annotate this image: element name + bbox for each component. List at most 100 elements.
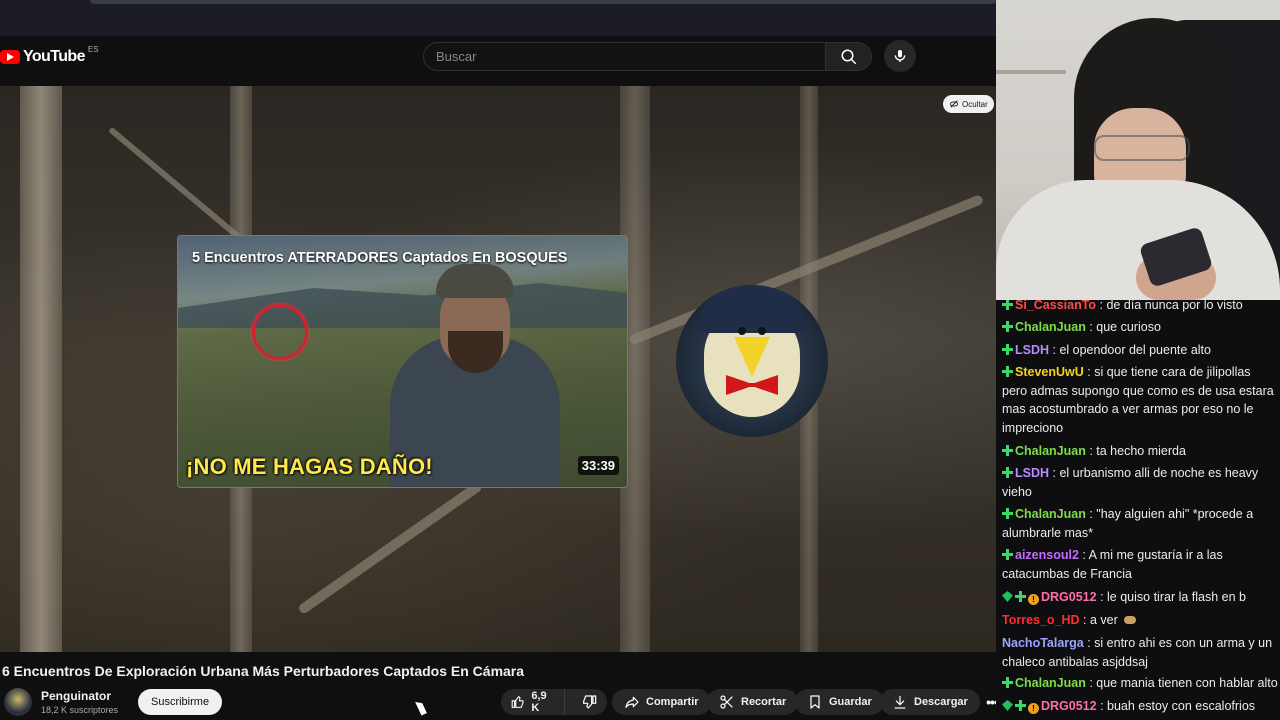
chat-separator: :	[1078, 548, 1089, 562]
browser-tab-strip	[0, 0, 996, 36]
chat-badge-warn-icon: !	[1028, 594, 1039, 605]
video-scene-branch	[108, 126, 250, 247]
chat-message-text: le quiso tirar la flash en b	[1107, 590, 1246, 604]
overlay-duration: 33:39	[577, 456, 619, 475]
search-button[interactable]	[826, 42, 872, 71]
chat-username[interactable]: LSDH	[1015, 466, 1049, 480]
chat-username[interactable]: LSDH	[1015, 343, 1049, 357]
thumbnail-hill	[178, 283, 627, 328]
chat-username[interactable]: aizensoul2	[1015, 548, 1079, 562]
chat-message: LSDH : el opendoor del puente alto	[1002, 341, 1278, 360]
chat-message: ChalanJuan : que curioso	[1002, 318, 1278, 337]
chat-badge-plus-icon	[1015, 700, 1026, 711]
chat-separator: :	[1083, 636, 1095, 650]
chat-separator: :	[1085, 444, 1097, 458]
chat-badge-gem-icon	[1002, 591, 1013, 602]
chat-separator: :	[1085, 507, 1097, 521]
webcam-glasses	[1094, 135, 1190, 161]
chat-message: ChalanJuan : "hay alguien ahi" *procede …	[1002, 505, 1278, 542]
like-button[interactable]: 6,9 K	[501, 689, 565, 715]
share-button[interactable]: Compartir	[612, 689, 711, 715]
chat-message: Si_CassianTo : de día nunca por lo visto	[1002, 300, 1278, 315]
chat-message: LSDH : el urbanismo alli de noche es hea…	[1002, 464, 1278, 501]
video-scene-branch	[297, 480, 484, 616]
chat-message-text: que curioso	[1096, 320, 1161, 334]
overlay-caption: ¡NO ME HAGAS DAÑO!	[186, 454, 433, 479]
chat-badge-plus-icon	[1002, 344, 1013, 355]
download-button[interactable]: Descargar	[880, 689, 980, 715]
chat-badge-plus-icon	[1002, 549, 1013, 560]
clip-button[interactable]: Recortar	[707, 689, 799, 715]
chat-badge-warn-icon: !	[1028, 703, 1039, 714]
share-icon	[625, 696, 639, 708]
chat-username[interactable]: DRG0512	[1041, 699, 1097, 713]
chat-message-text: a ver	[1090, 613, 1118, 627]
penguin-eye	[738, 327, 746, 335]
like-count: 6,9 K	[531, 690, 547, 714]
chat-badge-plus-icon	[1002, 467, 1013, 478]
chat-message: Torres_o_HD : a ver	[1002, 611, 1278, 630]
hide-overlay-button[interactable]: Ocultar	[943, 95, 994, 113]
chat-separator: :	[1096, 300, 1107, 312]
video-thumbnail-overlay[interactable]: 5 Encuentros ATERRADORES Captados En BOS…	[177, 235, 628, 488]
chat-message: aizensoul2 : A mi me gustaría ir a las c…	[1002, 546, 1278, 583]
chat-separator: :	[1083, 365, 1095, 379]
like-dislike-group: 6,9 K	[501, 689, 607, 715]
chat-message-text: el opendoor del puente alto	[1059, 343, 1211, 357]
voice-search-button[interactable]	[884, 40, 916, 72]
subscribe-button[interactable]: Suscribirme	[138, 689, 223, 715]
chat-separator: :	[1096, 590, 1108, 604]
chat-badge-plus-icon	[1015, 591, 1026, 602]
chat-separator: :	[1079, 613, 1090, 627]
chat-message-text: buah estoy con escalofrios	[1107, 699, 1256, 713]
chat-username[interactable]: ChalanJuan	[1015, 444, 1086, 458]
chat-message: ChalanJuan : ta hecho mierda	[1002, 442, 1278, 461]
chat-badge-plus-icon	[1002, 677, 1013, 688]
share-label: Compartir	[646, 696, 699, 708]
chat-message: ! DRG0512 : le quiso tirar la flash en b	[1002, 588, 1278, 607]
save-button[interactable]: Guardar	[795, 689, 884, 715]
chat-separator: :	[1096, 699, 1108, 713]
chat-username[interactable]: Si_CassianTo	[1015, 300, 1096, 312]
chat-message-text: ta hecho mierda	[1096, 444, 1186, 458]
youtube-logo[interactable]: YouTube ES	[0, 44, 99, 66]
chat-message: NachoTalarga : si entro ahi es con un ar…	[1002, 634, 1278, 671]
scissors-icon	[720, 695, 733, 709]
chat-separator: :	[1049, 343, 1060, 357]
webcam-shelf	[996, 70, 1066, 74]
chat-username[interactable]: ChalanJuan	[1015, 507, 1086, 521]
region-code: ES	[87, 44, 99, 54]
chat-username[interactable]: NachoTalarga	[1002, 636, 1084, 650]
search-input[interactable]	[424, 43, 825, 70]
microphone-icon	[894, 50, 906, 62]
video-title: 6 Encuentros De Exploración Urbana Más P…	[2, 663, 525, 679]
chat-badge-plus-icon	[1002, 445, 1013, 456]
video-player[interactable]: Ocultar 5 Encuentros ATERRADORES Captado…	[0, 86, 996, 652]
chat-separator: :	[1085, 320, 1097, 334]
download-label: Descargar	[914, 696, 968, 708]
chat-separator: :	[1085, 676, 1097, 690]
chat-message: ChalanJuan : que mania tienen con hablar…	[1002, 674, 1278, 693]
target-circle-icon	[252, 304, 308, 360]
overlay-video-title: 5 Encuentros ATERRADORES Captados En BOS…	[192, 250, 568, 266]
browser-tab-edge	[90, 0, 996, 4]
search-icon	[841, 49, 856, 64]
chat-message-text: que mania tienen con hablar alto	[1096, 676, 1278, 690]
chat-badge-plus-icon	[1002, 321, 1013, 332]
youtube-header: YouTube ES	[0, 36, 996, 86]
chat-username[interactable]: Torres_o_HD	[1002, 613, 1080, 627]
dislike-button[interactable]	[571, 689, 607, 715]
eye-off-icon	[949, 100, 959, 108]
chat-emote-icon	[1123, 616, 1136, 624]
mouse-cursor-icon	[415, 699, 427, 716]
subscriber-count: 18,2 K suscriptores	[41, 705, 119, 715]
channel-name[interactable]: Penguinator	[41, 689, 111, 703]
chat-badge-plus-icon	[1002, 366, 1013, 377]
chat-username[interactable]: ChalanJuan	[1015, 676, 1086, 690]
chat-username[interactable]: StevenUwU	[1015, 365, 1084, 379]
channel-avatar[interactable]	[4, 688, 32, 716]
chat-username[interactable]: DRG0512	[1041, 590, 1097, 604]
bookmark-icon	[810, 695, 820, 709]
chat-username[interactable]: ChalanJuan	[1015, 320, 1086, 334]
penguin-eye	[758, 327, 766, 335]
